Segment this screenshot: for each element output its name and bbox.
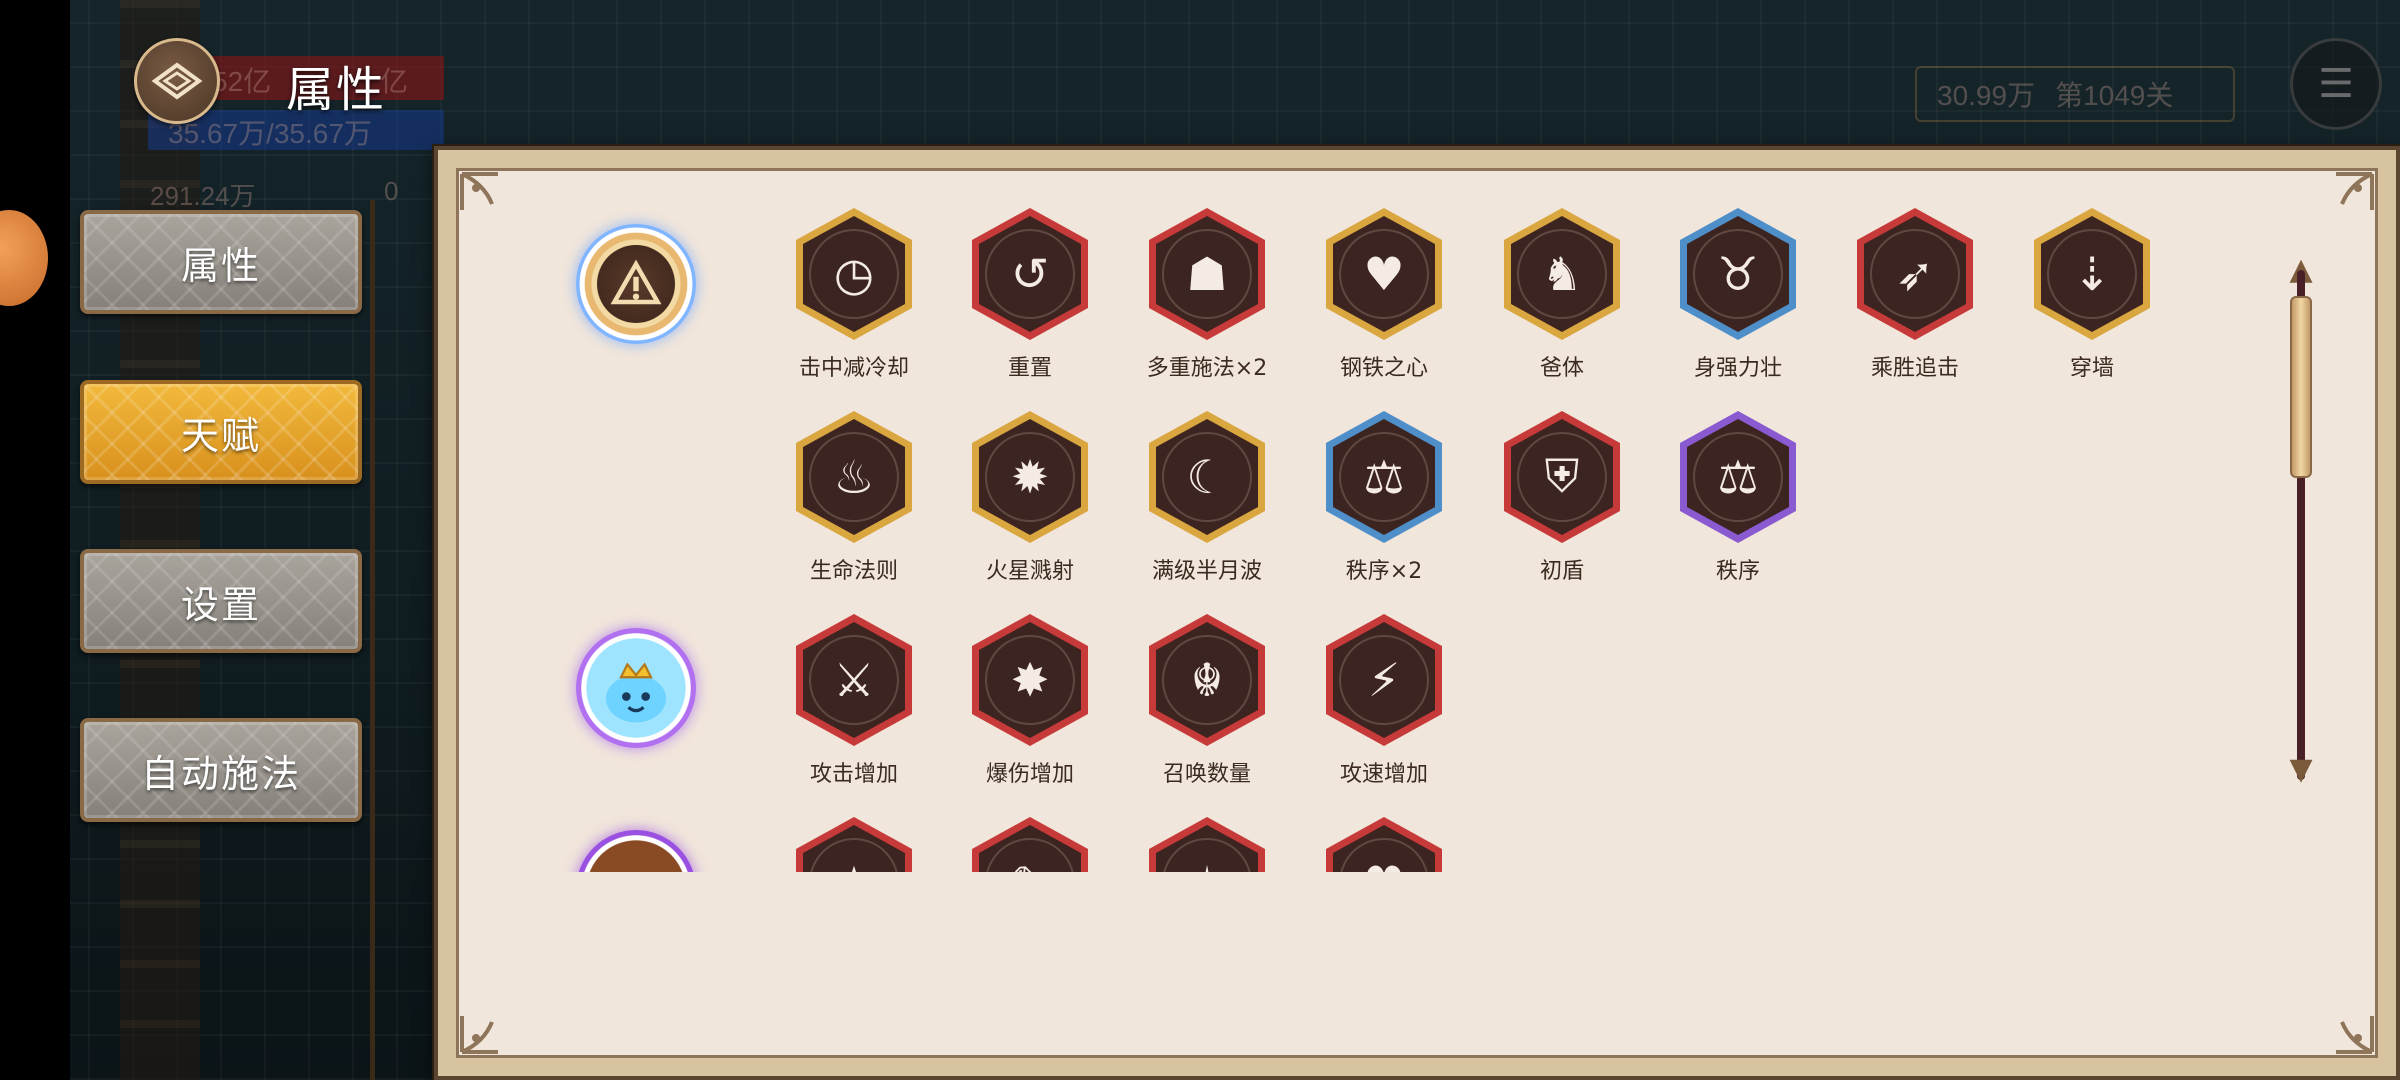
scrollbar-thumb[interactable] [2290,296,2312,478]
talent-label: 秩序 [1715,559,1760,584]
board-tile-column [120,0,200,1080]
talent-sword[interactable]: ⚔ 攻击增加 [784,612,924,792]
fast-sword-icon: ⚡ [1322,612,1446,748]
talent-crescent-moon[interactable]: ☾ 满级半月波 [1137,409,1277,589]
talent-warrior-body[interactable]: ♞ 爸体 [1492,206,1632,386]
crescent-moon-icon: ☾ [1145,409,1269,545]
talent-label: 身强力壮 [1693,356,1782,381]
talent-running-figure[interactable]: ➶ 乘胜追击 [1845,206,1985,386]
attack-text: 291.24万 [150,181,256,211]
stage-text: 第1049关 [2055,80,2174,111]
talent-summon-beast[interactable]: ☬ 召唤数量 [1137,612,1277,792]
hp-text: 52亿 [212,66,272,97]
slime-king-icon [576,628,696,748]
talent-label: 召唤数量 [1162,762,1251,787]
talent-bull-head[interactable]: ♉ 身强力壮 [1668,206,1808,386]
talent-label: 钢铁之心 [1339,356,1428,381]
talent-label: 攻速增加 [1339,762,1428,787]
balance-scale-icon: ⚖ [1322,409,1446,545]
talent-blade[interactable]: ✎ [960,815,1100,872]
menu-auto-cast-button[interactable]: 自动施法 [80,718,362,822]
star-emblem-icon: ★ [792,815,916,872]
hooded-caster-icon: ☗ [1145,206,1269,342]
piercing-bullet-icon: ⇣ [2030,206,2154,342]
talent-label: 爸体 [1539,356,1584,381]
talent-fast-sword[interactable]: ⚡ 攻速增加 [1314,612,1454,792]
talent-hooded-caster[interactable]: ☗ 多重施法×2 [1137,206,1277,386]
spiked-star-icon: ✶ [1145,815,1269,872]
gold-text: 30.99万 [1937,80,2036,111]
talent-label: 乘胜追击 [1870,356,1959,381]
talent-life-flame[interactable]: ♨ 生命法则 [784,409,924,589]
scroll-down-arrow-icon[interactable]: ▼ [2284,752,2318,788]
left-edge-strip [0,0,70,1080]
menu-talent-button[interactable]: 天赋 [80,380,362,484]
clock-cooldown-icon: ◷ [792,206,916,342]
talent-label: 穿墙 [2069,356,2114,381]
corner-ornament-top-right [2312,170,2376,234]
talent-balance-scale[interactable]: ⚖ 秩序 [1668,409,1808,589]
talent-helmet-shield[interactable]: ⛨ 初盾 [1492,409,1632,589]
page-title: 属性 [286,62,387,118]
menu-attributes-button[interactable]: 属性 [80,210,362,314]
diamond-back-icon [151,62,203,100]
helmet-shield-icon: ⛨ [1500,409,1624,545]
warning-triangle-icon [576,224,696,344]
treasure-chest-icon [576,830,696,872]
talent-label: 重置 [1007,356,1052,381]
life-flame-icon: ♨ [792,409,916,545]
talent-piercing-bullet[interactable]: ⇣ 穿墙 [2022,206,2162,386]
talent-balance-scale[interactable]: ⚖ 秩序×2 [1314,409,1454,589]
gold-stage-panel: 30.99万 第1049关 [1915,66,2235,122]
spark-burst-icon: ✹ [968,409,1092,545]
balance-scale-icon: ⚖ [1676,409,1800,545]
reset-ring-icon: ↺ [968,206,1092,342]
talent-label: 爆伤增加 [985,762,1074,787]
quest-list-icon[interactable]: ☰ [2290,38,2382,130]
talent-spiked-star[interactable]: ✶ [1137,815,1277,872]
blade-icon: ✎ [968,815,1092,872]
bull-head-icon: ♉ [1676,206,1800,342]
mechanical-heart-icon: ♥ [1322,206,1446,342]
talent-label: 攻击增加 [809,762,898,787]
menu-settings-button[interactable]: 设置 [80,549,362,653]
talent-heart[interactable]: ♥ [1314,815,1454,872]
talent-label: 多重施法×2 [1146,356,1268,381]
talent-reset-ring[interactable]: ↺ 重置 [960,206,1100,386]
corner-ornament-bottom-left [458,992,522,1056]
corner-ornament-bottom-right [2312,992,2376,1056]
talent-label: 击中减冷却 [798,356,909,381]
talent-grid[interactable]: ◷ 击中减冷却 ↺ 重置 ☗ 多重施法×2 ♥ 钢铁之心 ♞ 爸体 ♉ 身强力壮 ➶ 乘胜追击 ⇣ 穿墙 ♨ 生命… [456,180,2256,872]
talent-spark-burst[interactable]: ✹ 火星溅射 [960,409,1100,589]
sword-icon: ⚔ [792,612,916,748]
heart-icon: ♥ [1322,815,1446,872]
shatter-star-icon: ✸ [968,612,1092,748]
talent-mechanical-heart[interactable]: ♥ 钢铁之心 [1314,206,1454,386]
talent-star-emblem[interactable]: ★ [784,815,924,872]
warrior-body-icon: ♞ [1500,206,1624,342]
talent-label: 满级半月波 [1151,559,1262,584]
talent-label: 火星溅射 [985,559,1074,584]
talent-label: 生命法则 [809,559,898,584]
talent-label: 初盾 [1539,559,1584,584]
summon-beast-icon: ☬ [1145,612,1269,748]
talent-shatter-star[interactable]: ✸ 爆伤增加 [960,612,1100,792]
back-button[interactable] [134,38,220,124]
board-divider [370,200,375,1080]
talent-clock-cooldown[interactable]: ◷ 击中减冷却 [784,206,924,386]
talent-label: 秩序×2 [1345,559,1423,584]
defense-text: 0 [384,176,399,206]
running-figure-icon: ➶ [1853,206,1977,342]
